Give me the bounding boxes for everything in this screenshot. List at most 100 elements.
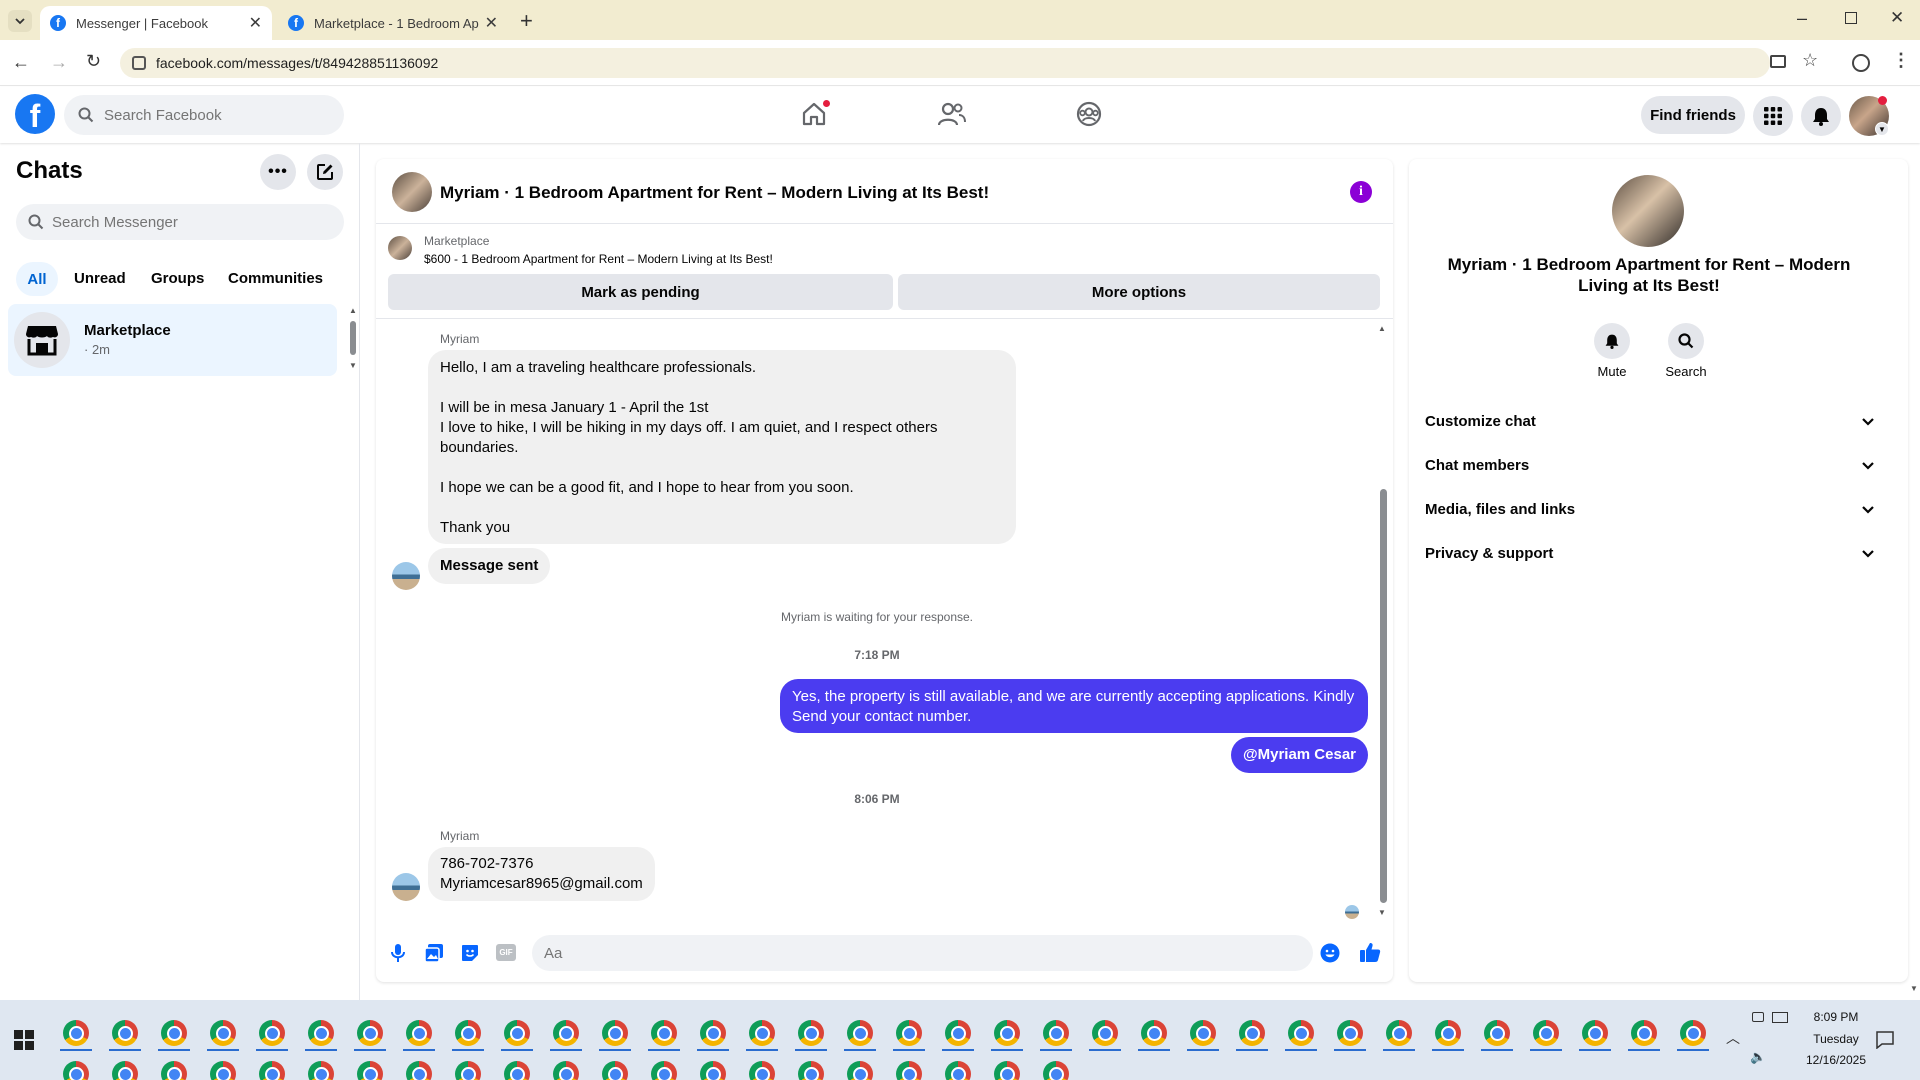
taskbar-browser-window-icon[interactable]	[210, 1020, 236, 1046]
sidebar-scroll-up-icon[interactable]: ▲	[349, 306, 357, 315]
listing-thumbnail[interactable]	[388, 236, 412, 260]
more-options-button[interactable]: More options	[898, 274, 1380, 310]
filter-tab-groups[interactable]: Groups	[151, 270, 204, 287]
taskbar-browser-window-icon[interactable]	[553, 1061, 579, 1080]
taskbar-browser-window-icon[interactable]	[602, 1020, 628, 1046]
address-bar[interactable]: facebook.com/messages/t/849428851136092	[120, 48, 1770, 78]
conversation-avatar[interactable]	[392, 172, 432, 212]
find-friends-button[interactable]: Find friends	[1641, 96, 1745, 134]
taskbar-browser-window-icon[interactable]	[406, 1020, 432, 1046]
taskbar-browser-window-icon[interactable]	[994, 1020, 1020, 1046]
taskbar-browser-window-icon[interactable]	[1288, 1020, 1314, 1046]
minimize-button[interactable]: –	[1797, 8, 1807, 29]
taskbar-browser-window-icon[interactable]	[1680, 1020, 1706, 1046]
taskbar-browser-window-icon[interactable]	[1533, 1020, 1559, 1046]
taskbar-browser-window-icon[interactable]	[651, 1061, 677, 1080]
taskbar-browser-window-icon[interactable]	[1239, 1020, 1265, 1046]
section-chat-members[interactable]: Chat members	[1425, 454, 1875, 476]
page-scroll-down-icon[interactable]: ▼	[1910, 984, 1918, 993]
section-privacy-support[interactable]: Privacy & support	[1425, 542, 1875, 564]
taskbar-browser-window-icon[interactable]	[1435, 1020, 1461, 1046]
notifications-button[interactable]	[1801, 96, 1841, 136]
forward-button[interactable]: →	[50, 52, 68, 73]
send-like-button[interactable]	[1359, 941, 1381, 963]
taskbar-browser-window-icon[interactable]	[210, 1061, 236, 1080]
menu-button[interactable]	[1753, 96, 1793, 136]
taskbar-browser-window-icon[interactable]	[1582, 1020, 1608, 1046]
taskbar-browser-window-icon[interactable]	[406, 1061, 432, 1080]
mute-button[interactable]	[1594, 323, 1630, 359]
filter-tab-communities[interactable]: Communities	[228, 270, 323, 287]
taskbar-browser-window-icon[interactable]	[798, 1061, 824, 1080]
taskbar-browser-window-icon[interactable]	[1484, 1020, 1510, 1046]
network-icon[interactable]	[1772, 1012, 1788, 1023]
taskbar-browser-window-icon[interactable]	[63, 1061, 89, 1080]
conversation-scroll-down-icon[interactable]: ▼	[1378, 908, 1386, 917]
taskbar-browser-window-icon[interactable]	[1190, 1020, 1216, 1046]
close-window-button[interactable]: ✕	[1890, 8, 1904, 28]
voice-clip-button[interactable]	[390, 943, 406, 963]
taskbar-browser-window-icon[interactable]	[700, 1061, 726, 1080]
close-tab-icon[interactable]: ✕	[249, 13, 262, 33]
info-panel-avatar[interactable]	[1612, 175, 1684, 247]
conversation-info-button[interactable]: i	[1350, 181, 1372, 203]
taskbar-browser-window-icon[interactable]	[1386, 1020, 1412, 1046]
taskbar-browser-window-icon[interactable]	[994, 1061, 1020, 1080]
taskbar-browser-window-icon[interactable]	[504, 1061, 530, 1080]
install-app-icon[interactable]	[1770, 55, 1786, 68]
taskbar-browser-window-icon[interactable]	[1337, 1020, 1363, 1046]
new-message-button[interactable]	[307, 154, 343, 190]
taskbar-browser-window-icon[interactable]	[651, 1020, 677, 1046]
facebook-logo-icon[interactable]: f	[15, 94, 55, 134]
taskbar-browser-window-icon[interactable]	[259, 1020, 285, 1046]
taskbar-browser-window-icon[interactable]	[63, 1020, 89, 1046]
messenger-search[interactable]	[16, 204, 344, 240]
taskbar-browser-window-icon[interactable]	[847, 1061, 873, 1080]
taskbar-browser-window-icon[interactable]	[700, 1020, 726, 1046]
taskbar-browser-window-icon[interactable]	[112, 1061, 138, 1080]
bookmark-star-icon[interactable]: ☆	[1802, 50, 1818, 71]
filter-tab-all[interactable]: All	[16, 262, 58, 296]
restore-button[interactable]	[1845, 12, 1857, 24]
search-in-chat-button[interactable]	[1668, 323, 1704, 359]
taskbar-browser-window-icon[interactable]	[357, 1020, 383, 1046]
taskbar-browser-window-icon[interactable]	[504, 1020, 530, 1046]
section-media-files-links[interactable]: Media, files and links	[1425, 498, 1875, 520]
back-button[interactable]: ←	[12, 52, 30, 73]
taskbar-browser-window-icon[interactable]	[1092, 1020, 1118, 1046]
sticker-button[interactable]	[460, 943, 480, 963]
taskbar-browser-window-icon[interactable]	[1043, 1061, 1069, 1080]
clock-date[interactable]: 12/16/2025	[1796, 1053, 1876, 1067]
taskbar-browser-window-icon[interactable]	[896, 1061, 922, 1080]
sidebar-scrollbar-thumb[interactable]	[350, 321, 356, 355]
taskbar-browser-window-icon[interactable]	[945, 1020, 971, 1046]
taskbar-browser-window-icon[interactable]	[455, 1020, 481, 1046]
listing-detail[interactable]: $600 - 1 Bedroom Apartment for Rent – Mo…	[424, 252, 773, 266]
show-hidden-icons-button[interactable]: ︿	[1726, 1028, 1740, 1048]
search-action[interactable]: Search	[1661, 323, 1711, 379]
browser-menu-icon[interactable]: ⋮	[1892, 50, 1910, 71]
taskbar-browser-window-icon[interactable]	[945, 1061, 971, 1080]
taskbar-browser-window-icon[interactable]	[308, 1061, 334, 1080]
message-bubble-incoming[interactable]: Message sent	[428, 548, 551, 584]
chat-list-item-marketplace[interactable]: Marketplace · 2m	[8, 304, 337, 376]
conversation-title[interactable]: Myriam · 1 Bedroom Apartment for Rent – …	[440, 183, 989, 203]
notification-center-button[interactable]	[1876, 1031, 1894, 1049]
sender-avatar[interactable]	[392, 873, 420, 901]
taskbar-browser-window-icon[interactable]	[1043, 1020, 1069, 1046]
mute-action[interactable]: Mute	[1590, 323, 1634, 379]
browser-tab-marketplace[interactable]: f Marketplace - 1 Bedroom Apart ✕	[278, 6, 508, 40]
taskbar-browser-window-icon[interactable]	[357, 1061, 383, 1080]
nav-groups-button[interactable]	[1076, 101, 1102, 127]
account-chevron-icon[interactable]: ▼	[1875, 122, 1889, 136]
new-tab-button[interactable]: +	[520, 8, 533, 34]
sidebar-scroll-down-icon[interactable]: ▼	[349, 361, 357, 370]
clock-day[interactable]: Tuesday	[1806, 1032, 1866, 1046]
composer-input-box[interactable]	[532, 935, 1313, 971]
nav-friends-button[interactable]	[938, 101, 966, 127]
message-input[interactable]	[544, 944, 1244, 962]
taskbar-browser-window-icon[interactable]	[553, 1020, 579, 1046]
chats-options-button[interactable]: •••	[260, 154, 296, 190]
tab-list-button[interactable]	[8, 10, 32, 32]
meet-now-icon[interactable]	[1752, 1012, 1764, 1022]
